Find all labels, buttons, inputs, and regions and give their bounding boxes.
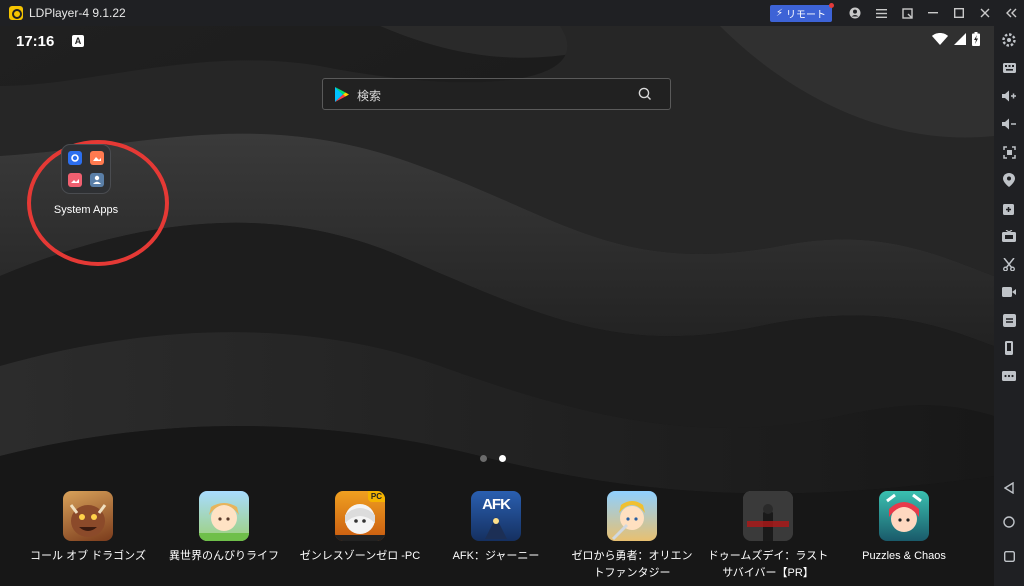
status-bar: 17:16 A	[0, 26, 994, 56]
app-label: AFK：ジャーニー	[452, 550, 540, 562]
system-status-icons	[932, 32, 980, 46]
app-doomsday-last-survivors[interactable]: ドゥームズデイ：ラスト サバイバー【PR】	[700, 491, 836, 582]
minimize-icon[interactable]	[920, 0, 946, 26]
sync-icon[interactable]	[1001, 312, 1017, 328]
folder-label: System Apps	[53, 204, 119, 216]
signal-icon	[954, 33, 966, 45]
app-label: ドゥームズデイ：ラスト サバイバー【PR】	[707, 550, 829, 579]
notification-dot	[829, 2, 834, 8]
remote-label: リモート	[786, 9, 826, 21]
more-icon[interactable]	[1001, 368, 1017, 384]
app-isekai-nonbiri-life[interactable]: 異世界のんびりライフ	[156, 491, 292, 565]
volume-down-icon[interactable]	[1001, 116, 1017, 132]
record-video-icon[interactable]	[1001, 284, 1017, 300]
app-dock: コール オブ ドラゴンズ 異世界のんびりライフ PC ゼンレスゾーンゼロ -PC…	[0, 490, 994, 586]
app-label: ゼロから勇者：オリエン トファンタジー	[571, 550, 693, 579]
keyboard-mapping-icon[interactable]	[1001, 60, 1017, 76]
app-puzzles-and-chaos[interactable]: Puzzles & Chaos	[836, 491, 972, 565]
volume-up-icon[interactable]	[1001, 88, 1017, 104]
home-icon[interactable]	[1001, 514, 1017, 530]
shake-icon[interactable]	[1001, 340, 1017, 356]
zero-kara-yusha-icon	[607, 491, 657, 541]
contacts-mini-icon	[90, 173, 104, 187]
emulator-sidebar	[994, 26, 1024, 586]
settings-mini-icon	[68, 151, 82, 165]
page-indicator	[480, 455, 506, 462]
isekai-nonbiri-life-icon	[199, 491, 249, 541]
call-of-dragons-icon	[63, 491, 113, 541]
page-dot-active[interactable]	[499, 455, 506, 462]
app-zenless-zone-zero[interactable]: PC ゼンレスゾーンゼロ -PC	[292, 491, 428, 565]
scissors-icon[interactable]	[1001, 256, 1017, 272]
wifi-icon	[932, 33, 948, 45]
account-icon[interactable]	[842, 0, 868, 26]
title-bar: LDPlayer-4 9.1.22 ⚡ リモート	[0, 0, 1024, 26]
pc-badge: PC	[367, 491, 385, 502]
search-icon[interactable]	[638, 87, 652, 101]
app-afk-journey[interactable]: AFK AFK：ジャーニー	[428, 491, 564, 565]
doomsday-last-survivors-icon	[743, 491, 793, 541]
gallery-mini-icon	[90, 151, 104, 165]
settings-icon[interactable]	[1001, 32, 1017, 48]
battery-icon	[972, 32, 980, 46]
status-clock: 17:16	[16, 33, 55, 50]
page-dot[interactable]	[480, 455, 487, 462]
android-screen: 17:16 A 検索 System Apps コール オブ ドラゴンズ 異世界の…	[0, 26, 994, 586]
app-label: ゼンレスゾーンゼロ -PC	[299, 550, 421, 562]
zenless-zone-zero-icon: PC	[335, 491, 385, 541]
back-icon[interactable]	[1001, 480, 1017, 496]
menu-icon[interactable]	[868, 0, 894, 26]
close-icon[interactable]	[972, 0, 998, 26]
app-zero-kara-yusha[interactable]: ゼロから勇者：オリエン トファンタジー	[564, 491, 700, 582]
notification-icon: A	[72, 35, 84, 47]
window-title: LDPlayer-4 9.1.22	[29, 6, 126, 20]
search-placeholder: 検索	[357, 89, 382, 103]
window-controls: ⚡ リモート	[769, 0, 1024, 26]
app-call-of-dragons[interactable]: コール オブ ドラゴンズ	[20, 491, 156, 565]
remote-icon: ⚡	[775, 7, 783, 19]
app-label: Puzzles & Chaos	[862, 550, 946, 562]
app-label: コール オブ ドラゴンズ	[30, 550, 146, 562]
screenshot-icon[interactable]	[1001, 144, 1017, 160]
ldplayer-logo-icon	[9, 6, 23, 20]
afk-journey-icon: AFK	[471, 491, 521, 541]
operation-recorder-icon[interactable]	[1001, 228, 1017, 244]
maximize-icon[interactable]	[946, 0, 972, 26]
resize-icon[interactable]	[894, 0, 920, 26]
recents-icon[interactable]	[1001, 548, 1017, 564]
add-apk-icon[interactable]	[1001, 200, 1017, 216]
google-play-icon	[335, 87, 349, 102]
photos-mini-icon	[68, 173, 82, 187]
folder-icon	[61, 144, 111, 194]
location-icon[interactable]	[1001, 172, 1017, 188]
app-label: 異世界のんびりライフ	[169, 550, 279, 562]
collapse-sidebar-icon[interactable]	[998, 0, 1024, 26]
remote-button[interactable]: ⚡ リモート	[769, 2, 834, 22]
system-apps-folder[interactable]: System Apps	[54, 144, 118, 216]
puzzles-and-chaos-icon	[879, 491, 929, 541]
play-store-search-bar[interactable]: 検索	[322, 78, 671, 110]
